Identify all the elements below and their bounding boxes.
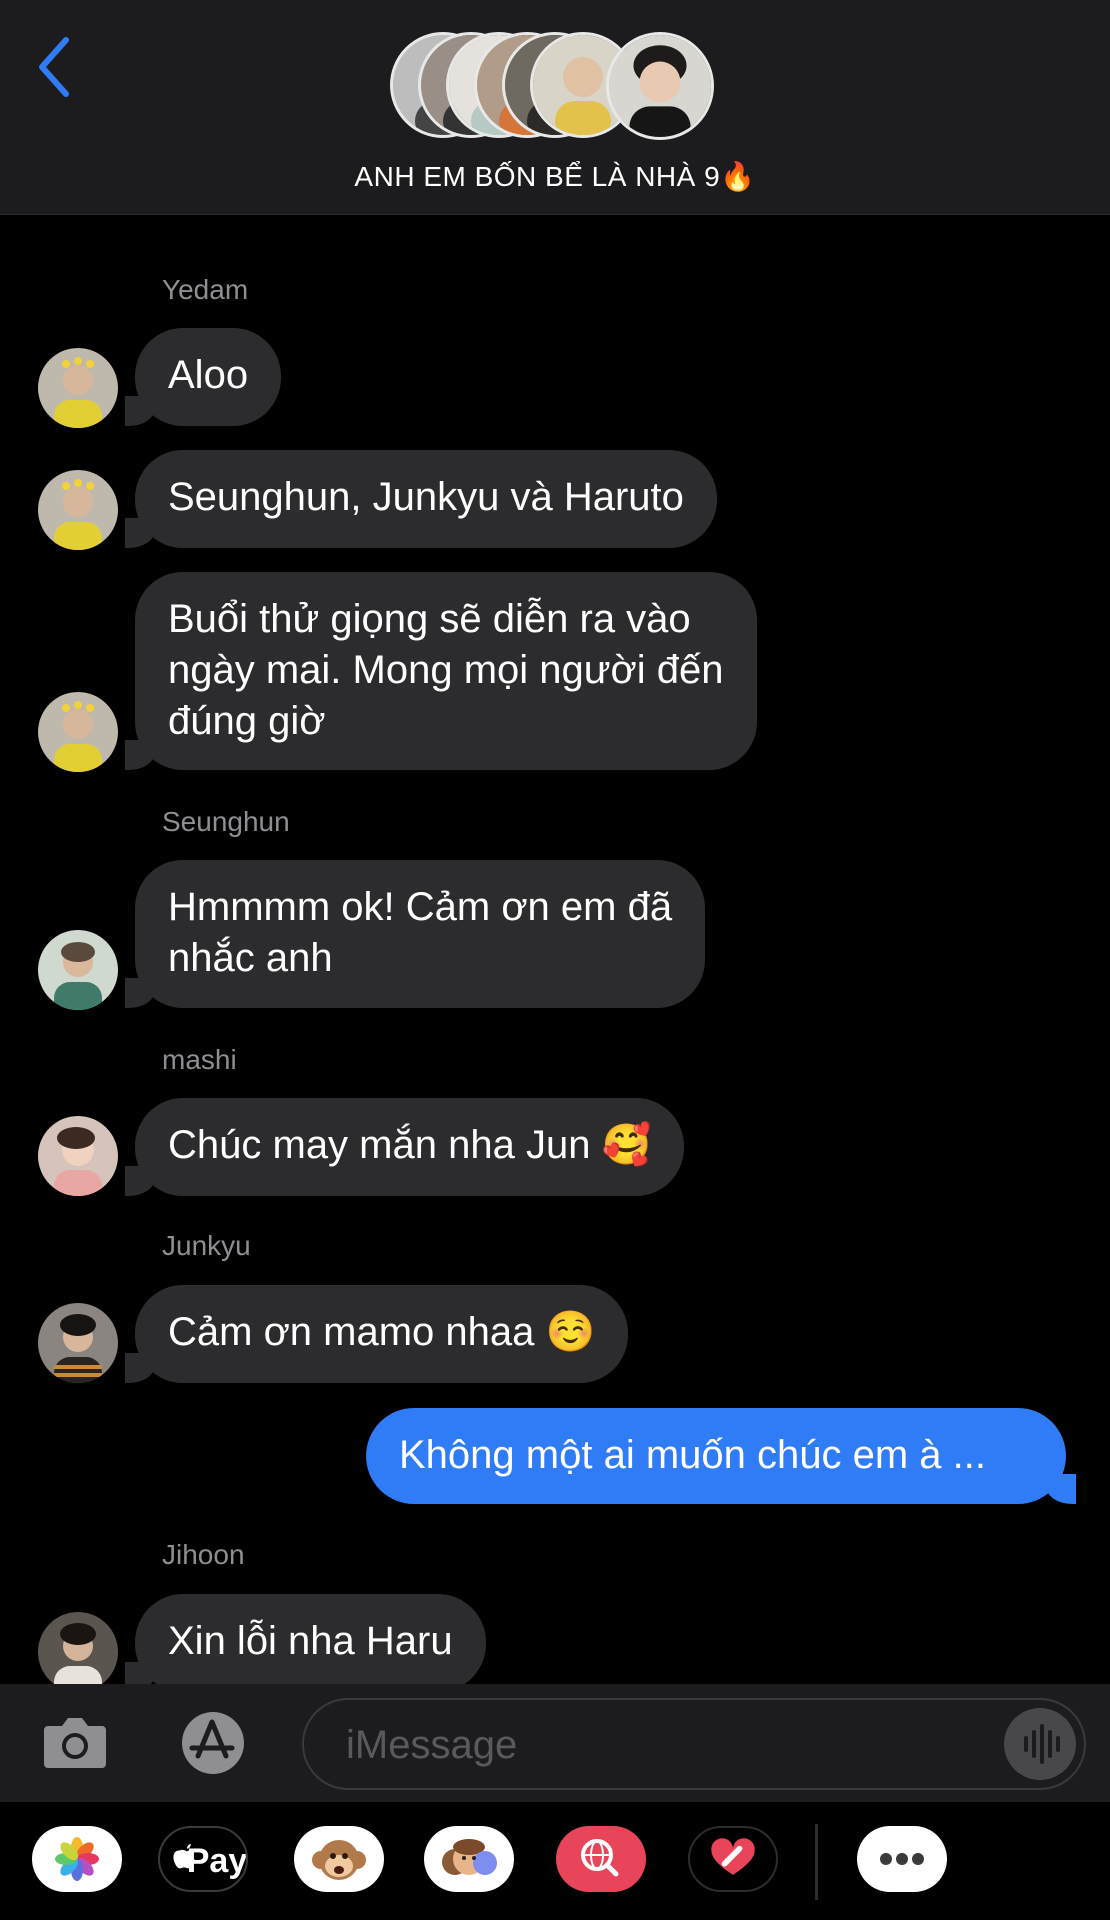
app-strip-divider bbox=[815, 1824, 818, 1900]
message-text: Seunghun, Junkyu và Haruto bbox=[168, 475, 684, 519]
message-text: Cảm ơn mamo nhaa bbox=[168, 1310, 535, 1354]
imessage-app-drawer: Pay bbox=[0, 1802, 1110, 1920]
message-composer-bar bbox=[0, 1684, 1110, 1802]
sender-name: Seunghun bbox=[162, 806, 290, 837]
message-text: Không một ai muốn chúc em à ... bbox=[399, 1433, 986, 1477]
message-text: Chúc may mắn nha Jun bbox=[168, 1123, 591, 1167]
fire-emoji: 🔥 bbox=[720, 161, 756, 192]
message-bubble[interactable]: Buổi thử giọng sẽ diễn ra vào ngày mai. … bbox=[125, 572, 757, 770]
group-avatar-stack[interactable] bbox=[390, 32, 720, 144]
message-text-field[interactable] bbox=[344, 1718, 948, 1772]
smiling-face-emoji: ☺️ bbox=[545, 1310, 596, 1354]
avatar[interactable] bbox=[38, 1303, 118, 1383]
sender-name: Yedam bbox=[162, 274, 249, 305]
message-line: nhắc anh bbox=[168, 936, 333, 980]
avatar[interactable] bbox=[38, 348, 118, 428]
message-line: ngày mai. Mong mọi người đến bbox=[168, 648, 724, 692]
web-search-icon[interactable] bbox=[556, 1826, 646, 1892]
avatar[interactable] bbox=[38, 1116, 118, 1196]
message-text: Aloo bbox=[168, 353, 249, 397]
message-bubble[interactable]: Aloo bbox=[124, 328, 282, 426]
message-bubble[interactable]: Cảm ơn mamo nhaa ☺️ bbox=[124, 1285, 629, 1383]
message-bubble[interactable]: Xin lỗi nha Haru bbox=[125, 1594, 486, 1692]
message-line: Buổi thử giọng sẽ diễn ra vào bbox=[168, 597, 691, 641]
back-chevron-icon[interactable] bbox=[30, 32, 80, 102]
avatar[interactable] bbox=[38, 1612, 118, 1692]
imessage-input[interactable] bbox=[302, 1698, 1086, 1790]
conversation-header: ANH EM BỐN BỂ LÀ NHÀ 9🔥 bbox=[0, 0, 1110, 215]
digital-touch-icon[interactable] bbox=[688, 1826, 778, 1892]
monkey-animoji-icon[interactable] bbox=[294, 1826, 384, 1892]
sender-name: Junkyu bbox=[162, 1230, 251, 1261]
memoji-icon[interactable] bbox=[424, 1826, 514, 1892]
message-text: Xin lỗi nha Haru bbox=[168, 1619, 453, 1663]
sender-name: Jihoon bbox=[162, 1539, 245, 1570]
sent-message-bubble[interactable]: Không một ai muốn chúc em à ... bbox=[366, 1408, 1076, 1504]
app-store-icon[interactable] bbox=[168, 1708, 258, 1778]
group-title-text: ANH EM BỐN BỂ LÀ NHÀ 9 bbox=[354, 161, 721, 192]
smiling-hearts-emoji: 🥰 bbox=[601, 1123, 652, 1167]
message-bubble[interactable]: Chúc may mắn nha Jun 🥰 bbox=[124, 1098, 685, 1196]
sender-name: mashi bbox=[162, 1044, 237, 1075]
apple-pay-label: Pay bbox=[186, 1842, 248, 1880]
member-avatar bbox=[606, 32, 714, 140]
group-title[interactable]: ANH EM BỐN BỂ LÀ NHÀ 9🔥 bbox=[0, 160, 1110, 193]
camera-icon[interactable] bbox=[40, 1712, 110, 1772]
more-icon[interactable] bbox=[857, 1826, 947, 1892]
avatar[interactable] bbox=[38, 692, 118, 772]
message-bubble[interactable]: Seunghun, Junkyu và Haruto bbox=[125, 450, 717, 548]
message-line: Hmmmm ok! Cảm ơn em đã bbox=[168, 885, 673, 929]
avatar[interactable] bbox=[38, 470, 118, 550]
audio-waveform-icon[interactable] bbox=[1004, 1708, 1076, 1780]
photos-icon[interactable] bbox=[32, 1826, 122, 1892]
apple-pay-icon[interactable]: Pay bbox=[158, 1826, 248, 1892]
message-line: đúng giờ bbox=[168, 699, 326, 743]
avatar[interactable] bbox=[38, 930, 118, 1010]
message-bubble[interactable]: Hmmmm ok! Cảm ơn em đã nhắc anh bbox=[124, 860, 706, 1008]
